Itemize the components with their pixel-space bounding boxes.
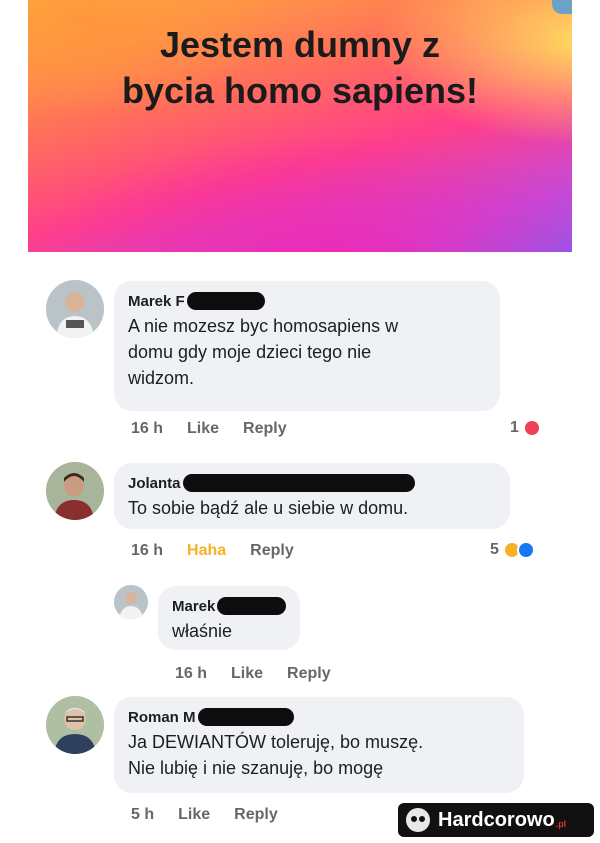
banner-corner-edge	[552, 0, 572, 14]
avatar-roman[interactable]	[46, 696, 104, 754]
comment-author[interactable]: Jolanta	[128, 475, 181, 492]
banner-title: Jestem dumny z bycia homo sapiens!	[121, 24, 479, 111]
reply-button[interactable]: Reply	[250, 542, 294, 560]
like-icon	[516, 541, 535, 559]
comment-bubble-1: Marek F A nie mozesz byc homosapiens w d…	[114, 281, 500, 411]
like-button[interactable]: Like	[231, 665, 263, 683]
like-button[interactable]: Like	[187, 420, 219, 438]
skull-icon	[406, 808, 430, 832]
comment-text: To sobie bądź ale u siebie w domu.	[128, 498, 409, 518]
comment-time: 16 h	[131, 542, 164, 559]
comment-author[interactable]: Roman M	[128, 709, 196, 726]
post-image-banner: Jestem dumny z bycia homo sapiens!	[28, 0, 572, 252]
comment-bubble-4: Roman M Ja DEWIANTÓW toleruję, bo muszę.…	[114, 697, 524, 793]
redaction-bar	[182, 474, 415, 492]
love-icon	[522, 419, 541, 437]
comment-meta-4: 5 h Like Reply	[131, 806, 302, 824]
comment-text: A nie mozesz byc homosapiens w domu gdy …	[128, 316, 399, 388]
redaction-bar	[186, 292, 265, 310]
reply-button[interactable]: Reply	[287, 665, 331, 683]
like-button[interactable]: Like	[178, 806, 210, 824]
comment-time: 16 h	[175, 665, 208, 682]
comment-bubble-2: Jolanta To sobie bądź ale u siebie w dom…	[114, 463, 510, 529]
watermark-text: Hardcorowo	[438, 808, 555, 831]
comment-meta-3: 16 h Like Reply	[175, 665, 355, 683]
comment-meta-2: 16 h Haha Reply	[131, 542, 318, 560]
avatar-marek[interactable]	[46, 280, 104, 338]
reply-button[interactable]: Reply	[243, 420, 287, 438]
person-avatar-icon	[114, 585, 148, 619]
reaction-summary-2[interactable]: 5	[490, 541, 535, 559]
person-avatar-icon	[46, 696, 104, 754]
comment-bubble-3: Marek właśnie	[158, 586, 300, 650]
reaction-summary-1[interactable]: 1	[510, 419, 541, 437]
redaction-bar	[217, 597, 286, 615]
reply-button[interactable]: Reply	[234, 806, 278, 824]
comment-meta-1: 16 h Like Reply	[131, 420, 311, 438]
comment-text: właśnie	[172, 621, 233, 641]
comment-time: 16 h	[131, 420, 164, 437]
reaction-count: 1	[510, 419, 519, 436]
person-avatar-icon	[46, 280, 104, 338]
comment-text: Ja DEWIANTÓW toleruję, bo muszę. Nie lub…	[128, 732, 424, 778]
comment-time: 5 h	[131, 806, 155, 823]
avatar-jolanta[interactable]	[46, 462, 104, 520]
comment-author[interactable]: Marek F	[128, 293, 185, 310]
comment-author[interactable]: Marek	[172, 598, 215, 615]
avatar-marek-small[interactable]	[114, 585, 148, 619]
watermark-suffix: .pl	[555, 819, 567, 829]
site-watermark: Hardcorowo .pl	[398, 803, 594, 837]
person-avatar-icon	[46, 462, 104, 520]
haha-button[interactable]: Haha	[187, 542, 226, 560]
redaction-bar	[197, 708, 294, 726]
reaction-count: 5	[490, 541, 499, 558]
